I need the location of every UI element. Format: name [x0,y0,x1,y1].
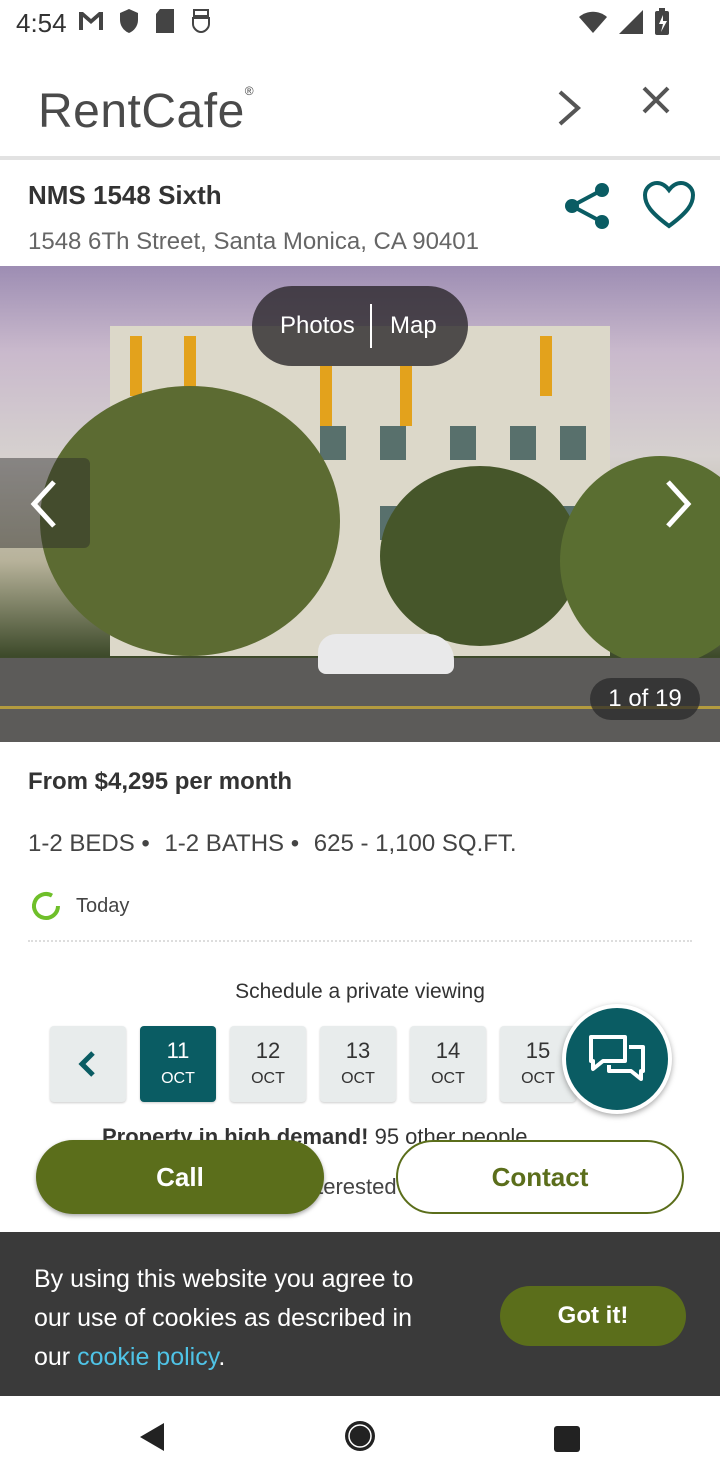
refresh-icon [32,892,60,920]
date-option[interactable]: 13 OCT [320,1026,396,1102]
cookie-message: By using this website you agree to our u… [34,1265,414,1371]
car-image [318,634,454,674]
chat-button[interactable] [562,1004,672,1114]
chat-icon [589,1035,645,1081]
chevron-right-icon [666,480,692,528]
tab-map[interactable]: Map [390,312,437,340]
updated-label: Today [76,894,130,917]
next-photo-button[interactable] [640,458,720,548]
date-option[interactable]: 12 OCT [230,1026,306,1102]
gmail-icon [79,12,103,30]
brand-bar: RentCafe® [0,50,720,156]
photo-counter: 1 of 19 [590,678,700,720]
close-icon[interactable] [638,82,674,118]
system-nav-bar [0,1396,720,1480]
heart-icon[interactable] [642,180,696,230]
chevron-left-icon [78,1051,95,1077]
status-time: 4:54 [16,8,67,38]
call-button[interactable]: Call [36,1140,324,1214]
chevron-right-icon[interactable] [552,88,586,128]
baths: 1-2 BATHS • [164,830,300,857]
updated-row: Today [28,888,129,924]
contact-button[interactable]: Contact [396,1140,684,1214]
beds: 1-2 BEDS • [28,830,150,857]
property-photo[interactable]: Photos Map 1 of 19 [0,266,720,742]
previous-dates-button[interactable] [50,1026,126,1102]
previous-photo-button[interactable] [0,458,90,548]
battery-icon [655,8,669,35]
signal-icon [619,10,643,34]
status-bar: 4:54 [0,0,720,50]
property-name: NMS 1548 Sixth [28,180,222,210]
property-header: NMS 1548 Sixth 1548 6Th Street, Santa Mo… [0,160,720,266]
price: From $4,295 per month [28,768,293,795]
home-icon[interactable] [342,1418,378,1454]
tab-photos[interactable]: Photos [280,312,355,340]
back-icon[interactable] [136,1420,168,1454]
date-picker: 11 OCT 12 OCT 13 OCT 14 OCT 15 OCT [50,1026,576,1102]
schedule-title: Schedule a private viewing [235,980,485,1003]
photos-map-toggle: Photos Map [252,286,468,366]
cookie-banner: By using this website you agree to our u… [0,1232,720,1396]
divider [28,940,692,942]
property-address: 1548 6Th Street, Santa Monica, CA 90401 [28,228,479,255]
recents-icon[interactable] [552,1424,582,1454]
square-feet: 625 - 1,100 SQ.FT. [313,830,517,857]
wifi-icon [579,11,607,33]
unit-specs: 1-2 BEDS • 1-2 BATHS • 625 - 1,100 SQ.FT… [28,830,525,858]
usb-icon [192,9,210,34]
chevron-left-icon [30,480,56,528]
share-icon[interactable] [562,182,612,230]
got-it-button[interactable]: Got it! [500,1286,686,1346]
cookie-policy-link[interactable]: cookie policy [77,1343,218,1371]
sd-card-icon [156,9,174,33]
date-option[interactable]: 11 OCT [140,1026,216,1102]
shield-icon [120,9,138,33]
date-option[interactable]: 14 OCT [410,1026,486,1102]
rentcafe-logo: RentCafe® [38,84,255,138]
